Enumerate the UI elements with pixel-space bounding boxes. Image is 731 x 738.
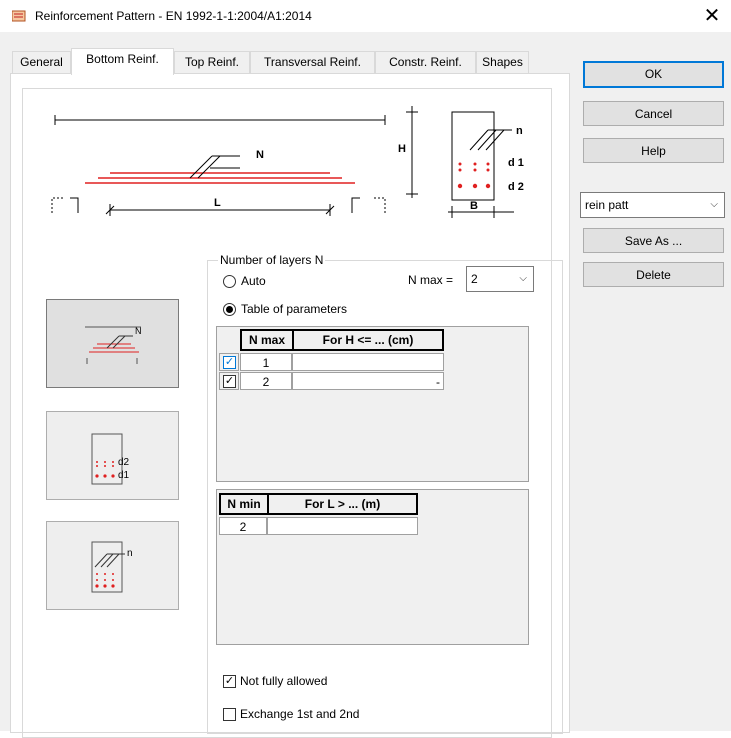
row1-checkbox[interactable]: ✓ <box>223 356 236 369</box>
table-radio[interactable] <box>223 303 236 316</box>
ok-button[interactable]: OK <box>583 61 724 88</box>
row1-nmax[interactable]: 1 <box>240 353 292 371</box>
label-B: B <box>470 200 478 212</box>
cancel-button[interactable]: Cancel <box>583 101 724 126</box>
tab-bottom-reinf[interactable]: Bottom Reinf. <box>71 48 174 75</box>
exchange-checkbox[interactable] <box>223 708 236 721</box>
row2-h[interactable]: - <box>292 372 444 390</box>
bars-image-button[interactable]: n <box>46 521 179 610</box>
title-bar: Reinforcement Pattern - EN 1992-1-1:2004… <box>0 0 731 32</box>
table-label: Table of parameters <box>241 302 348 316</box>
label-H: H <box>398 143 406 155</box>
beam-diagram: N L H n d 1 d 2 B <box>51 106 524 218</box>
right-pane <box>572 32 731 731</box>
not-fully-allowed-label: Not fully allowed <box>240 674 328 688</box>
close-icon[interactable]: ✕ <box>698 4 726 28</box>
row-select-cell[interactable]: ✓ <box>219 372 239 390</box>
row1-l[interactable] <box>267 517 418 535</box>
label-L: L <box>214 197 221 209</box>
chevron-down-icon: ⌵ <box>710 199 718 210</box>
thumb-d1: d1 <box>118 470 130 481</box>
nmax-label: N max = <box>408 273 454 287</box>
auto-label: Auto <box>241 274 266 288</box>
tab-shapes[interactable]: Shapes <box>476 51 529 73</box>
layers-image-button[interactable]: N <box>46 299 179 388</box>
table-corner <box>219 329 239 350</box>
header-h[interactable]: For H <= ... (cm) <box>292 329 444 351</box>
row1-h[interactable] <box>292 353 444 371</box>
window-title: Reinforcement Pattern - EN 1992-1-1:2004… <box>35 9 312 23</box>
tab-transversal-reinf[interactable]: Transversal Reinf. <box>250 51 375 73</box>
delete-button[interactable]: Delete <box>583 262 724 287</box>
label-N: N <box>256 149 264 161</box>
nmax-select[interactable]: 2 ⌵ <box>466 266 534 292</box>
layers-group-label: Number of layers N <box>218 253 326 267</box>
tab-constr-reinf[interactable]: Constr. Reinf. <box>375 51 476 73</box>
pattern-select[interactable]: rein patt ⌵ <box>580 192 725 218</box>
app-icon <box>12 10 26 22</box>
nmax-value: 2 <box>471 272 478 286</box>
header-l[interactable]: For L > ... (m) <box>267 493 418 515</box>
row-select-cell[interactable]: ✓ <box>219 353 239 371</box>
thumb-d2: d2 <box>118 457 130 468</box>
bars-thumb-icon: n <box>91 541 133 593</box>
tab-general[interactable]: General <box>12 51 71 73</box>
row1-nmin[interactable]: 2 <box>219 517 267 535</box>
row2-nmax[interactable]: 2 <box>240 372 292 390</box>
pattern-value: rein patt <box>585 198 629 212</box>
thumb-n: n <box>127 548 133 559</box>
help-button[interactable]: Help <box>583 138 724 163</box>
header-nmax[interactable]: N max <box>240 329 294 351</box>
beam-thumb-icon: N <box>85 326 142 364</box>
auto-radio[interactable] <box>223 275 236 288</box>
section-thumb-icon: d2 d1 <box>91 433 130 485</box>
label-n: n <box>516 125 523 137</box>
row2-checkbox[interactable]: ✓ <box>223 375 236 388</box>
tab-top-reinf[interactable]: Top Reinf. <box>174 51 250 73</box>
label-d2: d 2 <box>508 181 524 193</box>
chevron-down-icon: ⌵ <box>519 273 527 284</box>
thumb-N: N <box>135 326 142 336</box>
save-as-button[interactable]: Save As ... <box>583 228 724 253</box>
section-image-button[interactable]: d2 d1 <box>46 411 179 500</box>
exchange-label: Exchange 1st and 2nd <box>240 707 360 721</box>
label-d1: d 1 <box>508 157 524 169</box>
not-fully-allowed-checkbox[interactable]: ✓ <box>223 675 236 688</box>
header-nmin[interactable]: N min <box>219 493 269 515</box>
